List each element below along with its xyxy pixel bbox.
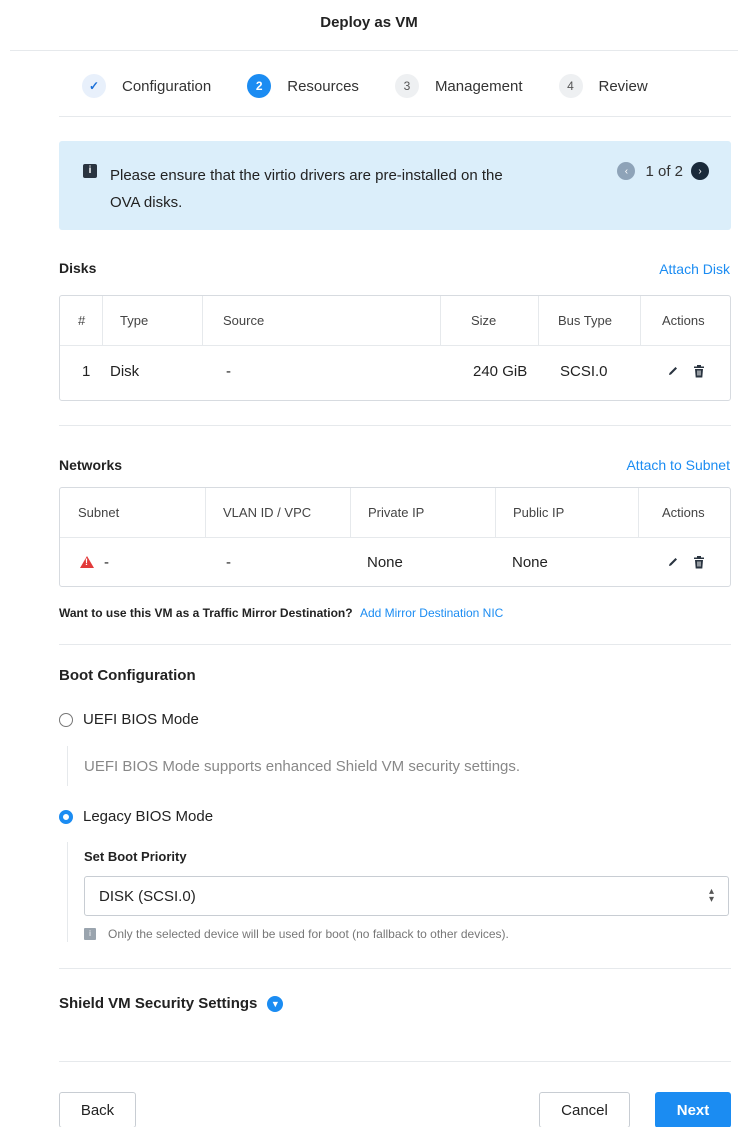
- boot-priority-value: DISK (SCSI.0): [99, 887, 196, 905]
- step-number: 3: [394, 74, 419, 98]
- wizard-steps: ✓ Configuration 2 Resources 3 Management…: [82, 74, 648, 98]
- col-bus-type: Bus Type: [558, 313, 612, 328]
- col-num: #: [78, 313, 86, 328]
- boot-priority-label: Set Boot Priority: [84, 849, 187, 864]
- pencil-icon[interactable]: [665, 554, 681, 570]
- shield-title: Shield VM Security Settings: [59, 995, 258, 1012]
- step-review[interactable]: 4 Review: [558, 74, 648, 98]
- table-header: # Type Source Size Bus Type Actions: [60, 296, 730, 346]
- disk-size: 240 GiB: [473, 362, 528, 380]
- table-row: - - None None: [60, 538, 730, 586]
- info-banner: i Please ensure that the virtio drivers …: [59, 141, 731, 230]
- step-configuration[interactable]: ✓ Configuration: [82, 74, 211, 98]
- private-ip-value: None: [367, 553, 403, 571]
- step-number: 4: [558, 74, 583, 98]
- step-label: Resources: [287, 77, 359, 95]
- shield-divider: [59, 1061, 731, 1062]
- vlan-value: -: [226, 553, 231, 571]
- step-label: Management: [434, 77, 523, 95]
- banner-message: Please ensure that the virtio drivers ar…: [110, 167, 503, 211]
- col-type: Type: [120, 313, 149, 328]
- col-vlan: VLAN ID / VPC: [223, 505, 312, 520]
- attach-subnet-link[interactable]: Attach to Subnet: [626, 457, 730, 473]
- public-ip-value: None: [512, 553, 548, 571]
- select-arrows-icon: ▴ ▾: [708, 886, 714, 905]
- banner-pager: ‹ 1 of 2 ›: [617, 162, 709, 180]
- disks-title: Disks: [59, 260, 97, 276]
- legacy-label: Legacy BIOS Mode: [83, 808, 214, 825]
- step-label: Review: [598, 77, 648, 95]
- check-icon: ✓: [82, 74, 106, 98]
- info-icon: i: [84, 928, 96, 940]
- shield-toggle[interactable]: Shield VM Security Settings ▼: [59, 995, 284, 1013]
- chevron-right-icon[interactable]: ›: [691, 162, 709, 180]
- attach-disk-link[interactable]: Attach Disk: [659, 261, 730, 277]
- disk-type: Disk: [110, 362, 140, 380]
- network-actions: [665, 538, 717, 586]
- col-actions: Actions: [662, 313, 705, 328]
- radio-unchecked-icon: [59, 712, 73, 727]
- boot-title: Boot Configuration: [59, 667, 196, 684]
- radio-checked-icon: [59, 809, 73, 824]
- step-resources[interactable]: 2 Resources: [247, 74, 359, 98]
- boot-priority-note-text: Only the selected device will be used fo…: [108, 927, 509, 941]
- networks-title: Networks: [59, 457, 123, 473]
- disk-bus: SCSI.0: [560, 362, 608, 380]
- disk-source: -: [226, 362, 231, 380]
- legacy-radio[interactable]: Legacy BIOS Mode: [59, 808, 213, 825]
- boot-priority-select[interactable]: DISK (SCSI.0) ▴ ▾: [84, 876, 729, 916]
- disks-table: # Type Source Size Bus Type Actions 1 Di…: [59, 295, 731, 401]
- col-public-ip: Public IP: [513, 505, 565, 520]
- chevron-left-icon[interactable]: ‹: [617, 162, 636, 180]
- cancel-button[interactable]: Cancel: [539, 1092, 630, 1127]
- subnet-cell: -: [80, 538, 109, 586]
- col-source: Source: [223, 313, 265, 328]
- col-private-ip: Private IP: [368, 505, 425, 520]
- col-size: Size: [471, 313, 497, 328]
- chevron-down-icon: ▼: [267, 996, 284, 1013]
- warning-icon: [80, 556, 94, 568]
- boot-divider: [59, 968, 731, 969]
- dialog-title: Deploy as VM: [320, 14, 418, 31]
- pencil-icon[interactable]: [665, 363, 681, 379]
- info-icon: i: [83, 164, 97, 178]
- steps-divider: [59, 116, 731, 117]
- disks-divider: [59, 425, 731, 426]
- legacy-note-bar: [67, 842, 68, 942]
- mirror-question-text: Want to use this VM as a Traffic Mirror …: [59, 606, 353, 620]
- uefi-note-bar: [67, 746, 68, 786]
- uefi-radio[interactable]: UEFI BIOS Mode: [59, 711, 199, 728]
- table-row: 1 Disk - 240 GiB SCSI.0: [60, 346, 730, 396]
- pager-count: 1 of 2: [645, 162, 683, 180]
- col-actions: Actions: [662, 505, 705, 520]
- mirror-question: Want to use this VM as a Traffic Mirror …: [59, 606, 503, 620]
- step-management[interactable]: 3 Management: [394, 74, 523, 98]
- next-button[interactable]: Next: [655, 1092, 731, 1127]
- back-button[interactable]: Back: [59, 1092, 136, 1127]
- networks-table: Subnet VLAN ID / VPC Private IP Public I…: [59, 487, 731, 587]
- col-subnet: Subnet: [78, 505, 120, 520]
- disk-num: 1: [82, 362, 91, 380]
- trash-icon[interactable]: [691, 363, 707, 379]
- boot-priority-note: i Only the selected device will be used …: [84, 927, 509, 941]
- table-header: Subnet VLAN ID / VPC Private IP Public I…: [60, 488, 730, 538]
- networks-divider: [59, 644, 731, 645]
- uefi-label: UEFI BIOS Mode: [83, 711, 199, 728]
- subnet-value: -: [104, 553, 109, 571]
- step-label: Configuration: [122, 77, 212, 95]
- step-number: 2: [247, 74, 272, 98]
- disk-actions: [665, 346, 717, 396]
- uefi-note: UEFI BIOS Mode supports enhanced Shield …: [84, 758, 521, 775]
- trash-icon[interactable]: [691, 554, 707, 570]
- header-divider: [10, 50, 738, 51]
- add-mirror-nic-link[interactable]: Add Mirror Destination NIC: [360, 606, 503, 620]
